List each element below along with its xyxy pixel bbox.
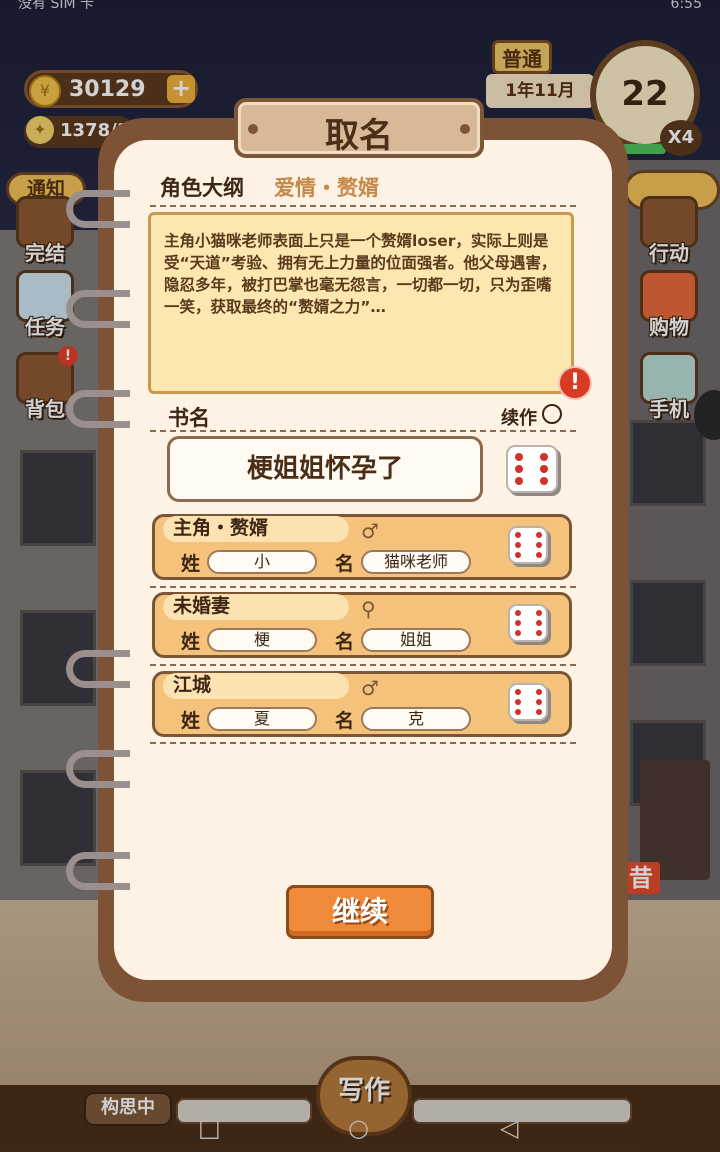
genre-label: 爱情・赘婿 <box>274 176 379 200</box>
binder-ring <box>66 650 130 688</box>
randomize-title-dice-icon[interactable] <box>506 445 558 493</box>
divider <box>150 664 576 666</box>
book-title-input[interactable]: 梗姐姐怀孕了 <box>167 436 483 502</box>
outline-text: 主角小猫咪老师表面上只是一个赘婿loser，实际上则是受“天道”考验、拥有无上力… <box>164 232 557 316</box>
given-name-label: 名 <box>335 710 355 732</box>
divider <box>150 205 576 207</box>
binder-ring <box>66 290 130 328</box>
surname-label: 姓 <box>181 553 201 575</box>
given-name-field[interactable]: 姐姐 <box>361 628 471 652</box>
male-icon: ♂ <box>361 519 379 543</box>
given-name-label: 名 <box>335 631 355 653</box>
surname-label: 姓 <box>181 631 201 653</box>
sequel-radio[interactable] <box>542 404 562 424</box>
continue-button[interactable]: 继续 <box>286 885 434 939</box>
randomize-character-dice-icon[interactable] <box>508 526 548 564</box>
divider <box>150 586 576 588</box>
surname-label: 姓 <box>181 710 201 732</box>
surname-field[interactable]: 夏 <box>207 707 317 731</box>
female-icon: ⚲ <box>361 597 376 621</box>
divider <box>150 742 576 744</box>
randomize-character-dice-icon[interactable] <box>508 683 548 721</box>
male-icon: ♂ <box>361 676 379 700</box>
binder-ring <box>66 750 130 788</box>
dialog-title-plate: 取名 <box>234 98 484 158</box>
randomize-character-dice-icon[interactable] <box>508 604 548 642</box>
warning-icon[interactable]: ! <box>558 366 592 400</box>
binder-ring <box>66 852 130 890</box>
given-name-field[interactable]: 猫咪老师 <box>361 550 471 574</box>
character-role: 江城 <box>163 673 349 699</box>
outline-heading: 角色大纲 <box>160 176 244 200</box>
character-role: 未婚妻 <box>163 594 349 620</box>
dialog-title: 取名 <box>325 116 393 156</box>
surname-field[interactable]: 小 <box>207 550 317 574</box>
binder-ring <box>66 190 130 228</box>
sequel-label: 续作 <box>501 408 537 429</box>
character-role: 主角・赘婿 <box>163 516 349 542</box>
surname-field[interactable]: 梗 <box>207 628 317 652</box>
divider <box>150 430 576 432</box>
given-name-label: 名 <box>335 553 355 575</box>
given-name-field[interactable]: 克 <box>361 707 471 731</box>
binder-ring <box>66 390 130 428</box>
book-title-label: 书名 <box>168 406 210 430</box>
